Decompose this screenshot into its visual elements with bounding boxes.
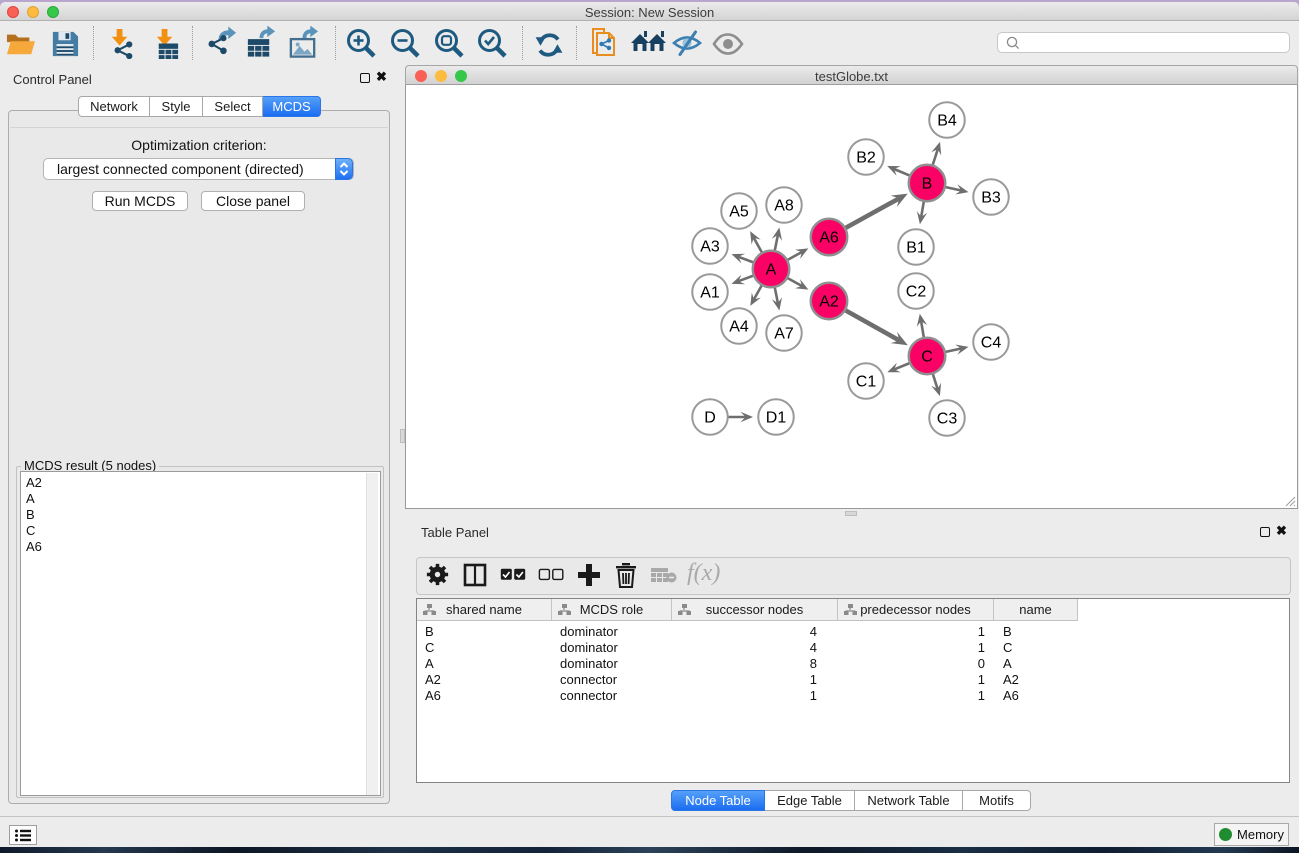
svg-text:A1: A1 — [700, 285, 720, 302]
svg-text:C4: C4 — [981, 335, 1002, 352]
svg-text:A3: A3 — [700, 239, 720, 256]
svg-text:C2: C2 — [906, 284, 927, 301]
svg-text:A2: A2 — [819, 294, 839, 311]
svg-text:B3: B3 — [981, 190, 1001, 207]
svg-text:D1: D1 — [766, 410, 787, 427]
svg-text:B1: B1 — [906, 240, 926, 257]
svg-text:A7: A7 — [774, 326, 794, 343]
svg-text:B4: B4 — [937, 113, 957, 130]
svg-text:C3: C3 — [937, 411, 958, 428]
svg-text:C1: C1 — [856, 374, 877, 391]
svg-text:D: D — [704, 410, 716, 427]
svg-text:A5: A5 — [729, 204, 749, 221]
svg-text:A: A — [766, 262, 777, 279]
svg-text:A6: A6 — [819, 230, 839, 247]
svg-text:A4: A4 — [729, 319, 749, 336]
svg-text:B: B — [922, 176, 933, 193]
svg-text:C: C — [921, 349, 933, 366]
svg-text:B2: B2 — [856, 150, 876, 167]
svg-text:A8: A8 — [774, 198, 794, 215]
